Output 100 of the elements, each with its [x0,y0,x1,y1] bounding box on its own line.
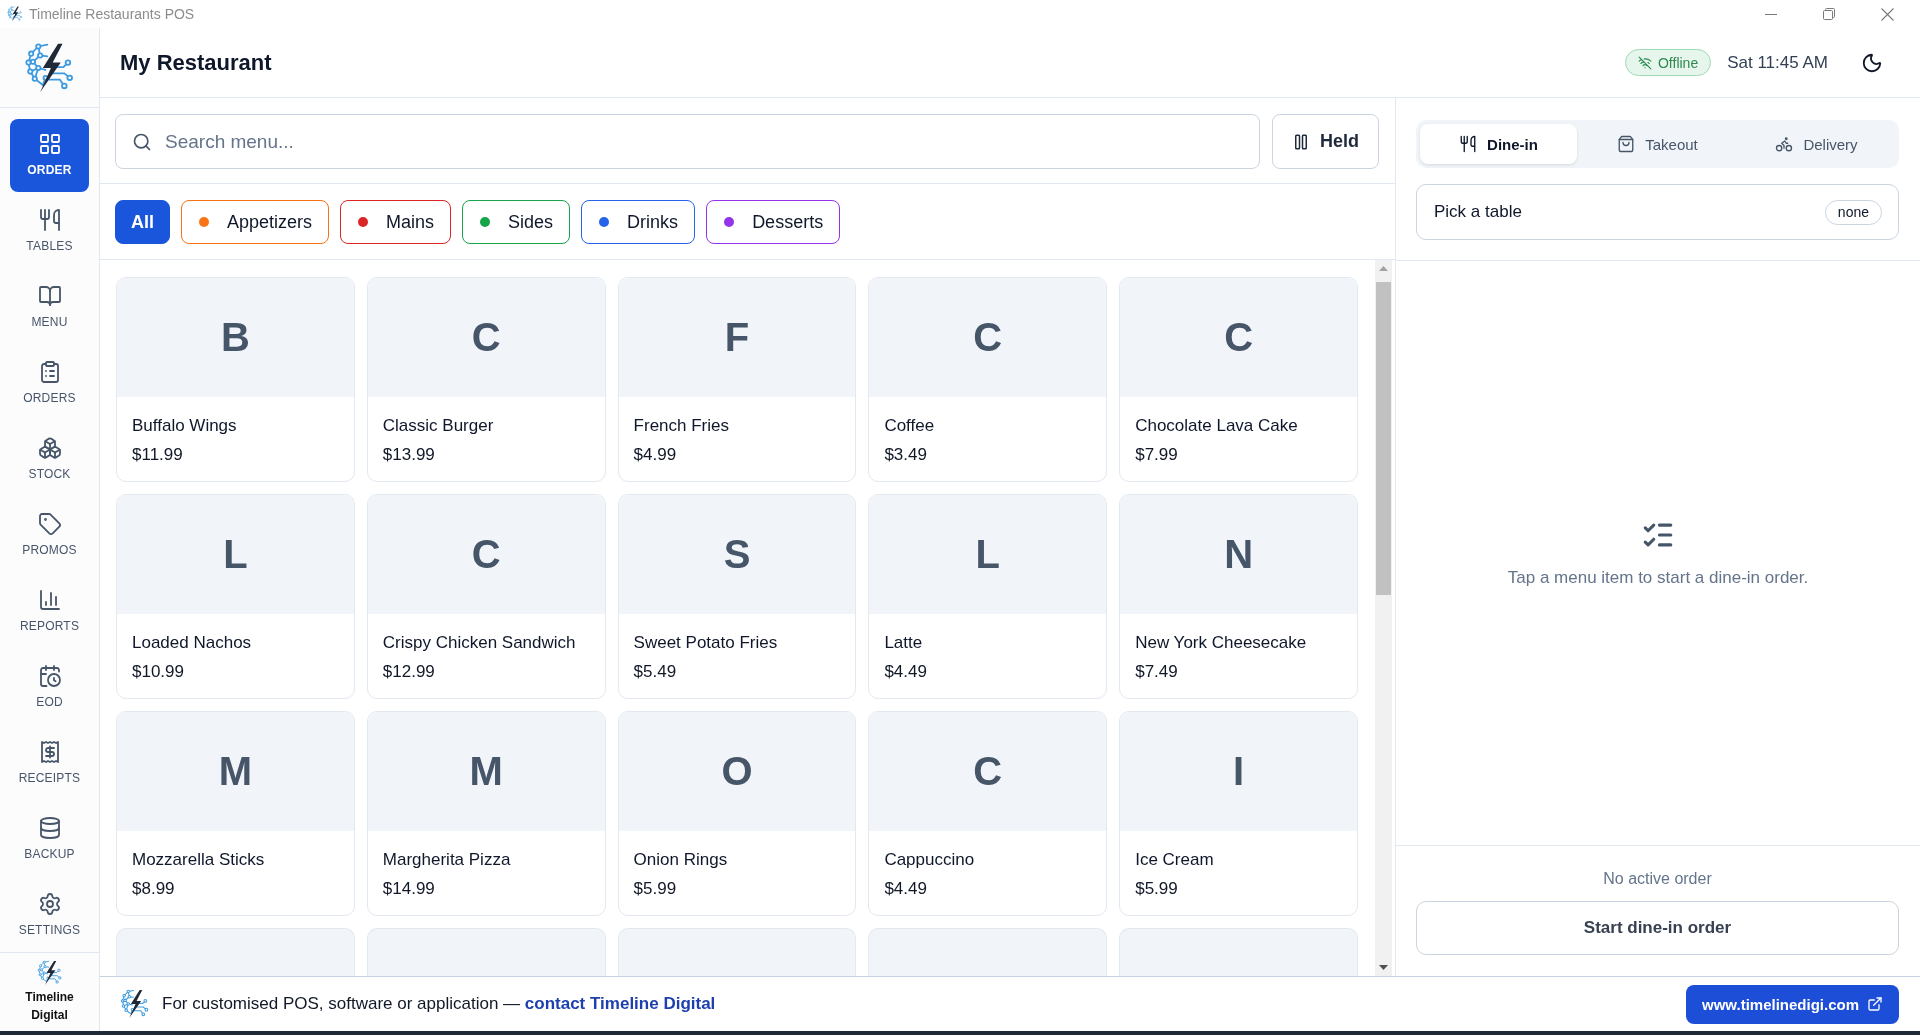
item-initial-tile: S [618,495,856,614]
restaurant-name: My Restaurant [120,49,272,76]
sidebar-nav-item[interactable]: ORDERS [10,347,89,420]
connection-status-pill: Offline [1624,49,1712,76]
item-price: $10.99 [132,661,185,683]
sidebar-nav-item[interactable]: TABLES [10,195,89,268]
item-name: Classic Burger [382,415,495,437]
start-order-button[interactable]: Start dine-in order [1416,901,1899,955]
fork-knife-icon [37,208,62,232]
item-initial-tile: C [869,278,1107,397]
empty-order-message: Tap a menu item to start a dine-in order. [1507,568,1809,588]
sidebar-nav-item[interactable]: SETTINGS [10,879,89,952]
logo-icon [23,41,76,94]
moon-icon [1861,51,1883,74]
menu-item-card[interactable] [617,928,857,976]
item-price: $4.49 [884,878,928,900]
item-price: $5.99 [1135,878,1179,900]
menu-item-card[interactable]: S Sweet Potato Fries $5.49 [617,494,857,699]
item-name: Chocolate Lava Cake [1135,415,1299,437]
category-filter-chip[interactable]: Mains [340,200,452,244]
sidebar-nav-item[interactable]: MENU [10,271,89,344]
sidebar-nav-item[interactable]: STOCK [10,423,89,496]
sidebar-nav-item[interactable]: ORDER [10,119,89,192]
item-name: Ice Cream [1135,849,1215,871]
menu-item-card[interactable]: C Chocolate Lava Cake $7.99 [1119,277,1358,482]
table-picker[interactable]: Pick a table none [1416,184,1899,240]
item-name: Crispy Chicken Sandwich [382,632,577,654]
website-button[interactable]: www.timelinedigi.com [1686,984,1899,1024]
menu-item-card[interactable]: C Crispy Chicken Sandwich $12.99 [366,494,606,699]
window-title: Timeline Restaurants POS [29,6,195,22]
promo-text: For customised POS, software or application — contact Timeline Digital [162,994,716,1014]
app-logo-icon [7,6,23,22]
category-filter-chip[interactable]: Appetizers [181,200,330,244]
item-name: French Fries [633,415,730,437]
category-filter-chip[interactable]: Sides [462,200,571,244]
database-icon [37,816,62,840]
category-filter-chip[interactable]: Drinks [581,200,696,244]
item-price: $7.49 [1135,661,1179,683]
menu-item-card[interactable]: B Buffalo Wings $11.99 [116,277,355,482]
item-initial-tile: I [1120,712,1357,831]
menu-item-card[interactable]: I Ice Cream $5.99 [1119,711,1358,916]
menu-item-card[interactable] [116,928,355,976]
menu-item-card[interactable]: L Loaded Nachos $10.99 [116,494,355,699]
clock-text: Sat 11:45 AM [1727,52,1828,73]
item-name: Onion Rings [633,849,729,871]
restore-icon [1823,8,1835,20]
category-filter-chip[interactable]: Desserts [706,200,841,244]
fork-knife-icon [1459,135,1478,153]
menu-item-card[interactable] [868,928,1108,976]
order-type-tab[interactable]: Takeout [1579,124,1736,164]
contact-link[interactable]: contact Timeline Digital [524,994,716,1013]
item-name: Coffee [884,415,936,437]
sidebar-nav-item[interactable]: REPORTS [10,575,89,648]
item-initial-tile: L [869,495,1107,614]
menu-item-card[interactable]: M Margherita Pizza $14.99 [366,711,606,916]
scrollbar-thumb[interactable] [1376,282,1391,595]
menu-item-card[interactable]: O Onion Rings $5.99 [617,711,857,916]
item-initial-tile: C [367,495,605,614]
item-initial-tile: B [117,278,354,397]
item-price: $3.49 [884,444,928,466]
item-name: Mozzarella Sticks [132,849,266,871]
order-type-tab[interactable]: Delivery [1738,124,1895,164]
item-price: $5.49 [633,661,678,683]
held-orders-button[interactable]: Held [1272,114,1379,169]
item-initial-tile: M [117,712,354,831]
calendar-clock-icon [37,664,62,688]
sidebar-nav-item[interactable]: RECEIPTS [10,727,89,800]
brand-name: Timeline Digital [24,989,75,1024]
item-price: $11.99 [132,444,184,466]
item-price: $13.99 [382,444,436,466]
external-link-icon [1867,996,1883,1012]
menu-item-card[interactable] [1119,928,1358,976]
bar-chart-icon [37,588,62,612]
item-name: Sweet Potato Fries [633,632,779,654]
menu-item-card[interactable]: L Latte $4.49 [868,494,1108,699]
item-name: Cappuccino [884,849,976,871]
menu-item-card[interactable] [366,928,606,976]
menu-item-card[interactable]: F French Fries $4.99 [617,277,857,482]
item-name: Buffalo Wings [132,415,238,437]
menu-item-card[interactable]: C Cappuccino $4.49 [868,711,1108,916]
item-name: Margherita Pizza [382,849,512,871]
sidebar-nav-item[interactable]: EOD [10,651,89,724]
item-price: $4.99 [633,444,678,466]
item-initial-tile: C [869,712,1107,831]
item-initial-tile: M [367,712,605,831]
item-name: Loaded Nachos [132,632,253,654]
menu-item-card[interactable]: C Coffee $3.49 [868,277,1108,482]
item-initial-tile: N [1120,495,1357,614]
order-type-tab[interactable]: Dine-in [1420,124,1577,164]
search-field[interactable]: Search menu... [115,114,1260,169]
sidebar-nav-item[interactable]: PROMOS [10,499,89,572]
menu-item-card[interactable]: M Mozzarella Sticks $8.99 [116,711,355,916]
menu-item-card[interactable]: C Classic Burger $13.99 [366,277,606,482]
item-price: $8.99 [132,878,176,900]
item-price: $7.99 [1135,444,1179,466]
category-filter-chip[interactable]: All [115,200,170,244]
menu-item-card[interactable]: N New York Cheesecake $7.49 [1119,494,1358,699]
sidebar-nav-item[interactable]: BACKUP [10,803,89,876]
item-price: $12.99 [382,661,436,683]
wifi-off-icon [1637,55,1652,70]
